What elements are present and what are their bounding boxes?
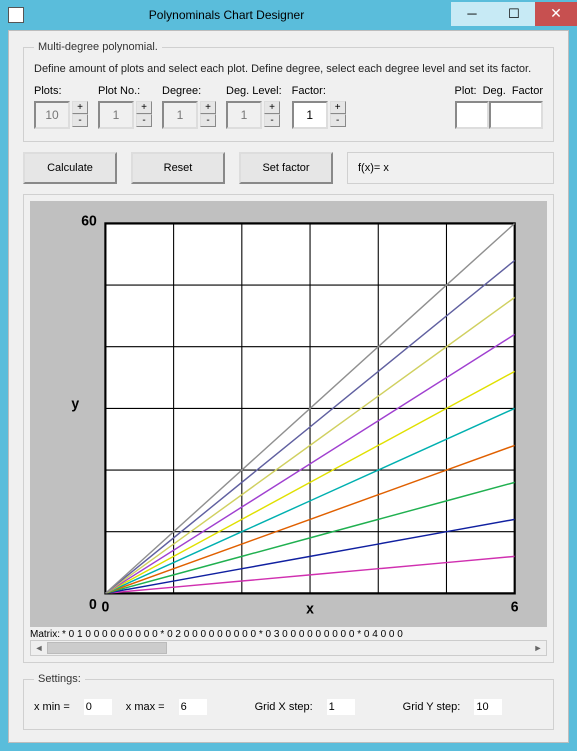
readout-factor-label: Factor: [512, 85, 543, 97]
chart-svg: 0 60 0 6 x y: [30, 201, 547, 627]
plots-input[interactable]: [34, 101, 70, 129]
xmin-label: x min =: [34, 701, 70, 713]
reset-button[interactable]: Reset: [131, 152, 225, 184]
degree-input[interactable]: [162, 101, 198, 129]
deglevel-label: Deg. Level:: [226, 85, 282, 97]
fx-label: f(x)= x: [358, 162, 389, 174]
deglevel-input[interactable]: [226, 101, 262, 129]
settings-title: Settings:: [34, 673, 85, 685]
readout-degfactor-box: [489, 101, 543, 129]
plotno-dec-button[interactable]: -: [136, 114, 152, 127]
deglevel-group: Deg. Level: + -: [226, 85, 282, 129]
chart-area: 0 60 0 6 x y: [30, 201, 547, 627]
titlebar: Polynominals Chart Designer ─ ☐ ✕: [0, 0, 577, 30]
degree-label: Degree:: [162, 85, 216, 97]
readout-deg-label: Deg.: [483, 85, 506, 97]
param-row: Plots: + - Plot No.: +: [34, 85, 543, 129]
polynomial-groupbox-title: Multi-degree polynomial.: [34, 41, 162, 53]
plots-inc-button[interactable]: +: [72, 101, 88, 114]
setfactor-button[interactable]: Set factor: [239, 152, 333, 184]
gridx-input[interactable]: [327, 699, 355, 715]
matrix-row: Matrix: * 0 1 0 0 0 0 0 0 0 0 0 * 0 2 0 …: [30, 627, 547, 640]
degree-inc-button[interactable]: +: [200, 101, 216, 114]
plotno-group: Plot No.: + -: [98, 85, 152, 129]
degree-dec-button[interactable]: -: [200, 114, 216, 127]
readout-group: Plot: Deg. Factor: [455, 85, 543, 129]
factor-inc-button[interactable]: +: [330, 101, 346, 114]
calculate-button[interactable]: Calculate: [23, 152, 117, 184]
factor-input[interactable]: [292, 101, 328, 129]
app-icon: [8, 7, 24, 23]
minimize-button[interactable]: ─: [451, 2, 493, 26]
xmax-input[interactable]: [179, 699, 207, 715]
svg-text:0: 0: [89, 597, 97, 613]
window-title: Polynominals Chart Designer: [32, 8, 451, 22]
readout-plot-label: Plot:: [455, 85, 477, 97]
readout-plot-box: [455, 101, 489, 129]
maximize-button[interactable]: ☐: [493, 2, 535, 26]
plotno-label: Plot No.:: [98, 85, 152, 97]
matrix-scrollbar[interactable]: ◄ ►: [30, 640, 547, 656]
action-row: Calculate Reset Set factor f(x)= x: [23, 152, 554, 184]
chart-panel: 0 60 0 6 x y Matrix: * 0 1 0 0 0 0 0 0 0 0 0 …: [23, 194, 554, 663]
scroll-right-button[interactable]: ►: [530, 641, 546, 655]
deglevel-inc-button[interactable]: +: [264, 101, 280, 114]
close-button[interactable]: ✕: [535, 2, 577, 26]
plotno-input[interactable]: [98, 101, 134, 129]
svg-text:0: 0: [101, 599, 109, 615]
svg-text:x: x: [306, 601, 314, 617]
factor-label: Factor:: [292, 85, 346, 97]
xmax-label: x max =: [126, 701, 165, 713]
matrix-text: * 0 1 0 0 0 0 0 0 0 0 0 * 0 2 0 0 0 0 0 …: [62, 629, 403, 640]
plotno-inc-button[interactable]: +: [136, 101, 152, 114]
polynomial-description: Define amount of plots and select each p…: [34, 63, 543, 75]
plots-label: Plots:: [34, 85, 88, 97]
polynomial-groupbox: Multi-degree polynomial. Define amount o…: [23, 41, 554, 142]
gridy-label: Grid Y step:: [403, 701, 461, 713]
gridx-label: Grid X step:: [255, 701, 313, 713]
scroll-left-button[interactable]: ◄: [31, 641, 47, 655]
factor-group: Factor: + -: [292, 85, 346, 129]
plots-dec-button[interactable]: -: [72, 114, 88, 127]
degree-group: Degree: + -: [162, 85, 216, 129]
settings-groupbox: Settings: x min = x max = Grid X step: G…: [23, 673, 554, 730]
client-area: Multi-degree polynomial. Define amount o…: [8, 30, 569, 743]
svg-text:y: y: [71, 396, 79, 412]
scroll-thumb[interactable]: [47, 642, 167, 654]
fx-display: f(x)= x: [347, 152, 554, 184]
deglevel-dec-button[interactable]: -: [264, 114, 280, 127]
svg-text:60: 60: [81, 213, 97, 229]
xmin-input[interactable]: [84, 699, 112, 715]
plots-group: Plots: + -: [34, 85, 88, 129]
matrix-label: Matrix:: [30, 629, 60, 640]
factor-dec-button[interactable]: -: [330, 114, 346, 127]
app-window: Polynominals Chart Designer ─ ☐ ✕ Multi-…: [0, 0, 577, 751]
gridy-input[interactable]: [474, 699, 502, 715]
svg-text:6: 6: [511, 599, 519, 615]
